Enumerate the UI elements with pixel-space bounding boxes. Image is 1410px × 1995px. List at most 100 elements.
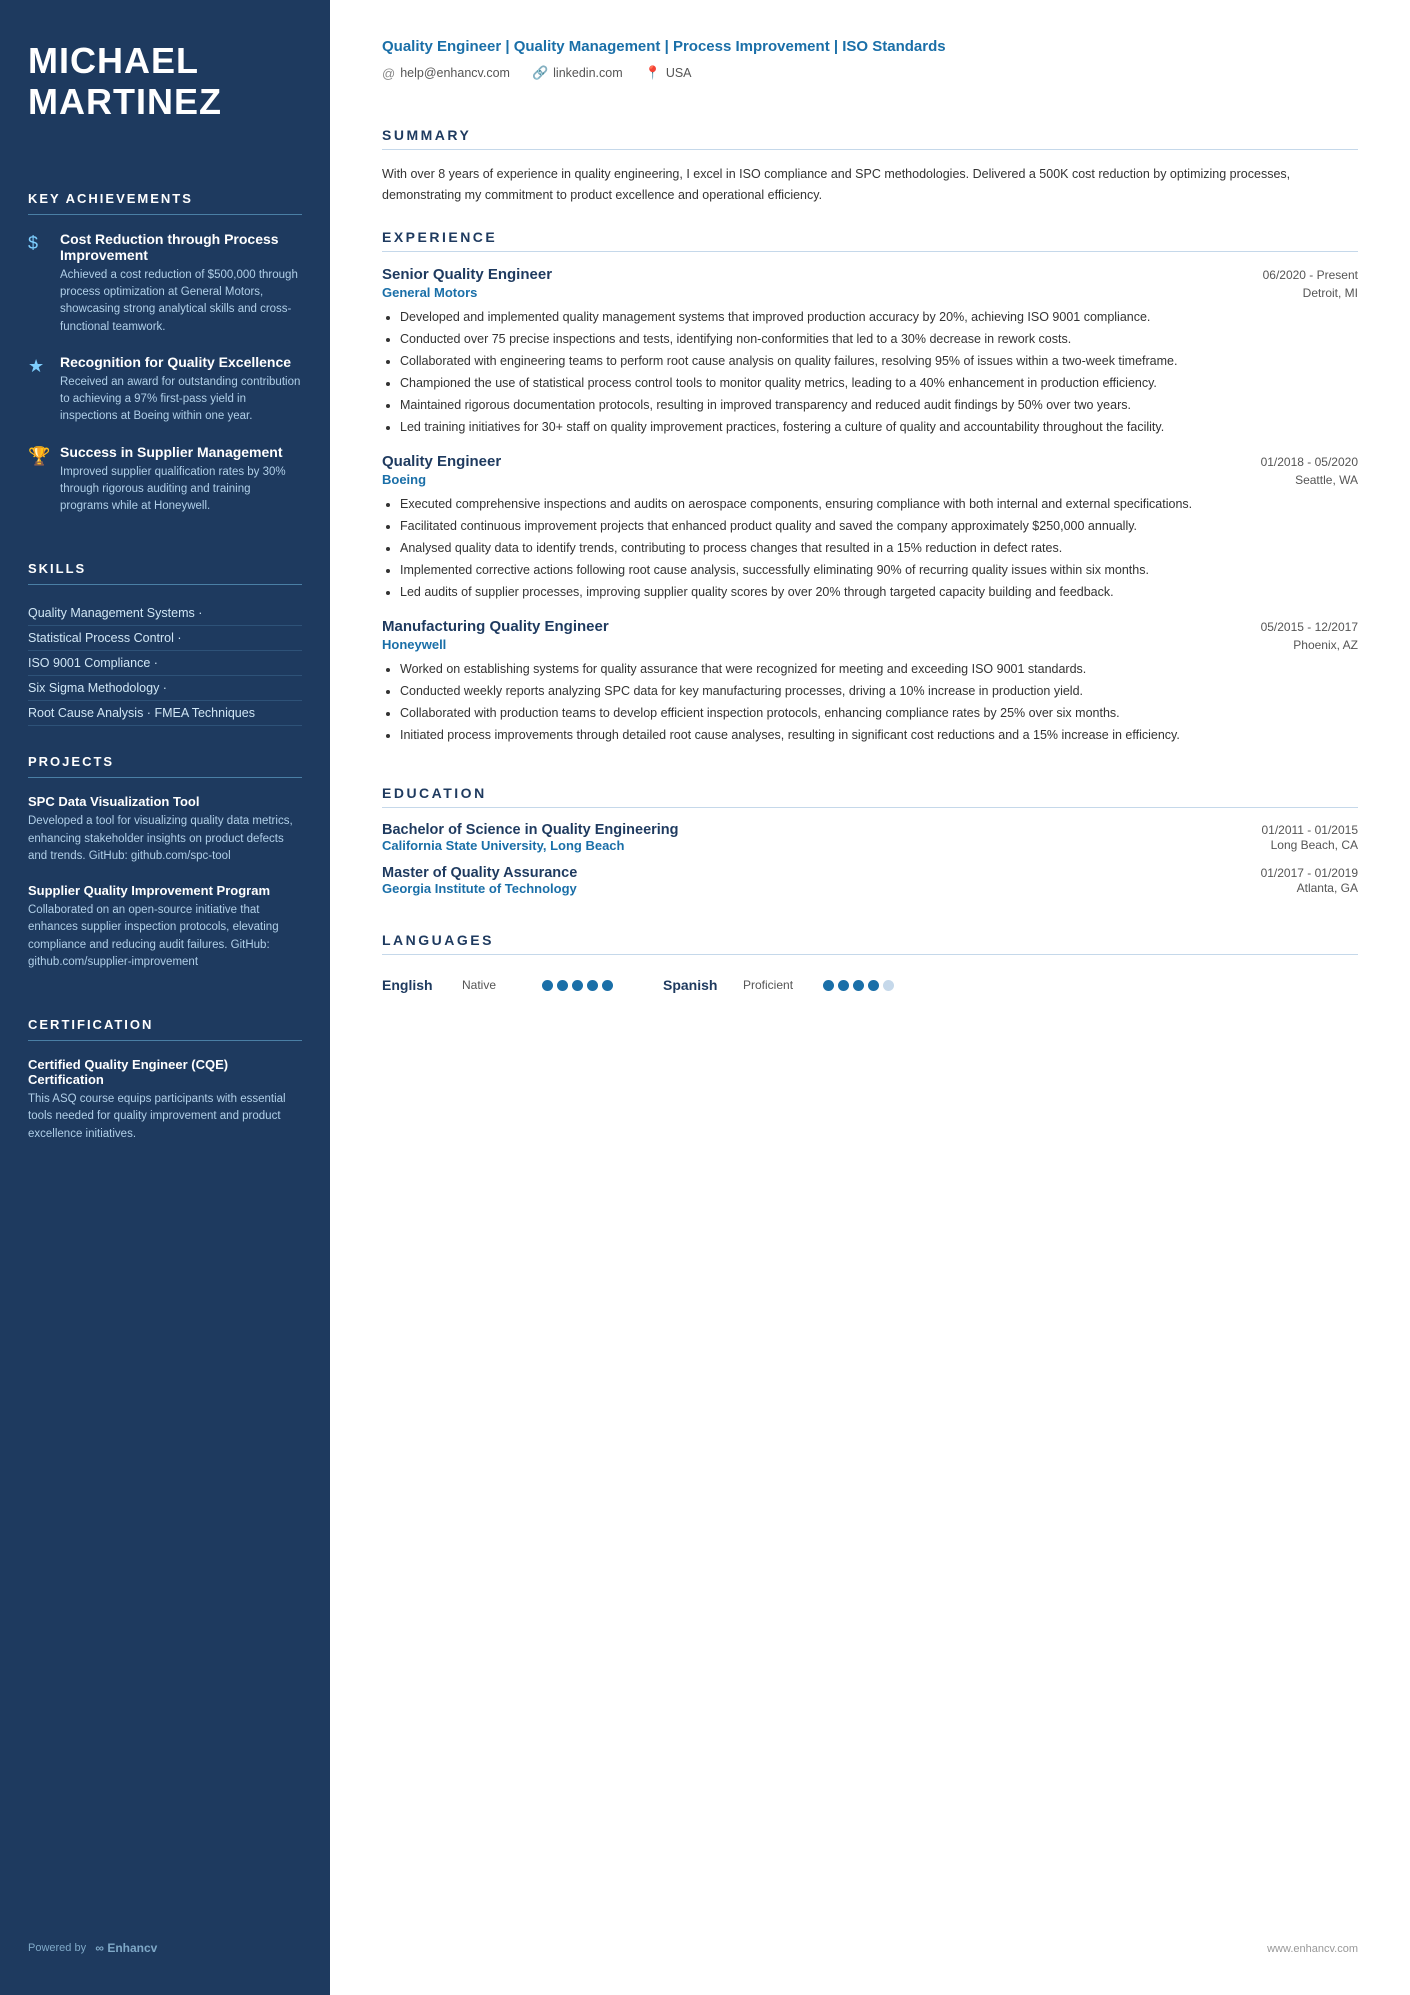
job-1-role: Senior Quality Engineer	[382, 266, 552, 283]
lang-spanish-dots	[823, 980, 894, 991]
job-3-company-row: Honeywell Phoenix, AZ	[382, 637, 1358, 652]
projects-title: PROJECTS	[28, 754, 302, 769]
project-item-2: Supplier Quality Improvement Program Col…	[28, 883, 302, 971]
skill-5: Root Cause Analysis · FMEA Techniques	[28, 701, 302, 726]
achievement-title-1: Cost Reduction through Process Improveme…	[60, 231, 302, 263]
languages-section-title: LANGUAGES	[382, 932, 1358, 948]
trophy-icon: 🏆	[28, 446, 50, 467]
certification-title: CERTIFICATION	[28, 1017, 302, 1032]
job-2-header: Quality Engineer 01/2018 - 05/2020	[382, 453, 1358, 470]
skill-4: Six Sigma Methodology ·	[28, 676, 302, 701]
edu-1-degree: Bachelor of Science in Quality Engineeri…	[382, 822, 679, 838]
job-1-bullet-2: Conducted over 75 precise inspections an…	[400, 329, 1358, 349]
project-item-1: SPC Data Visualization Tool Developed a …	[28, 794, 302, 865]
lang-english-dots	[542, 980, 613, 991]
project-desc-2: Collaborated on an open-source initiativ…	[28, 902, 302, 971]
lang-english: English Native	[382, 977, 613, 993]
lang-spanish: Spanish Proficient	[663, 977, 894, 993]
job-2-bullet-1: Executed comprehensive inspections and a…	[400, 494, 1358, 514]
edu-1-location: Long Beach, CA	[1271, 838, 1358, 853]
job-3-bullet-1: Worked on establishing systems for quali…	[400, 659, 1358, 679]
job-2-bullet-2: Facilitated continuous improvement proje…	[400, 516, 1358, 536]
achievements-title: KEY ACHIEVEMENTS	[28, 191, 302, 206]
job-3-bullet-2: Conducted weekly reports analyzing SPC d…	[400, 681, 1358, 701]
job-2-company: Boeing	[382, 472, 426, 487]
achievement-title-2: Recognition for Quality Excellence	[60, 354, 302, 370]
edu-2-date: 01/2017 - 01/2019	[1261, 866, 1358, 880]
achievement-desc-1: Achieved a cost reduction of $500,000 th…	[60, 267, 302, 336]
edu-2-institution-row: Georgia Institute of Technology Atlanta,…	[382, 881, 1358, 896]
job-1-bullet-1: Developed and implemented quality manage…	[400, 307, 1358, 327]
job-1-location: Detroit, MI	[1303, 286, 1358, 300]
job-3-role: Manufacturing Quality Engineer	[382, 618, 609, 635]
project-title-2: Supplier Quality Improvement Program	[28, 883, 302, 898]
powered-by-label: Powered by	[28, 1942, 86, 1954]
edu-1-institution-row: California State University, Long Beach …	[382, 838, 1358, 853]
location-text: USA	[666, 66, 692, 80]
lang-spanish-level: Proficient	[743, 978, 813, 992]
job-2-role: Quality Engineer	[382, 453, 501, 470]
main-header-title: Quality Engineer | Quality Management | …	[382, 36, 1358, 57]
dot-es-2	[838, 980, 849, 991]
job-1-bullet-4: Championed the use of statistical proces…	[400, 373, 1358, 393]
skills-title: SKILLS	[28, 561, 302, 576]
contact-email: @ help@enhancv.com	[382, 66, 510, 81]
main-content: Quality Engineer | Quality Management | …	[330, 0, 1410, 1995]
job-1-company: General Motors	[382, 285, 477, 300]
edu-1-date: 01/2011 - 01/2015	[1261, 823, 1358, 837]
job-2-date: 01/2018 - 05/2020	[1261, 455, 1358, 469]
job-1-bullet-5: Maintained rigorous documentation protoc…	[400, 395, 1358, 415]
job-1-bullets: Developed and implemented quality manage…	[382, 307, 1358, 439]
job-2-bullet-4: Implemented corrective actions following…	[400, 560, 1358, 580]
linkedin-text: linkedin.com	[553, 66, 622, 80]
edu-1-header: Bachelor of Science in Quality Engineeri…	[382, 822, 1358, 838]
achievement-desc-3: Improved supplier qualification rates by…	[60, 464, 302, 516]
job-2-bullet-3: Analysed quality data to identify trends…	[400, 538, 1358, 558]
job-3-bullet-3: Collaborated with production teams to de…	[400, 703, 1358, 723]
dollar-icon: $	[28, 233, 50, 254]
skill-3: ISO 9001 Compliance ·	[28, 651, 302, 676]
cert-name: Certified Quality Engineer (CQE) Certifi…	[28, 1057, 302, 1087]
lang-english-name: English	[382, 977, 452, 993]
achievement-item-1: $ Cost Reduction through Process Improve…	[28, 231, 302, 336]
candidate-name: MICHAELMARTINEZ	[28, 40, 302, 123]
lang-spanish-name: Spanish	[663, 977, 733, 993]
job-1-bullet-3: Collaborated with engineering teams to p…	[400, 351, 1358, 371]
website-url: www.enhancv.com	[1267, 1943, 1358, 1955]
dot-en-5	[602, 980, 613, 991]
location-icon: 📍	[645, 65, 661, 81]
dot-es-5	[883, 980, 894, 991]
edu-2-header: Master of Quality Assurance 01/2017 - 01…	[382, 865, 1358, 881]
job-3-bullets: Worked on establishing systems for quali…	[382, 659, 1358, 747]
job-3-company: Honeywell	[382, 637, 446, 652]
dot-es-4	[868, 980, 879, 991]
job-3-bullet-4: Initiated process improvements through d…	[400, 725, 1358, 745]
job-3-header: Manufacturing Quality Engineer 05/2015 -…	[382, 618, 1358, 635]
summary-body: With over 8 years of experience in quali…	[382, 164, 1358, 205]
job-1-bullet-6: Led training initiatives for 30+ staff o…	[400, 417, 1358, 437]
edu-2-degree: Master of Quality Assurance	[382, 865, 577, 881]
contact-linkedin: 🔗 linkedin.com	[532, 65, 623, 81]
project-desc-1: Developed a tool for visualizing quality…	[28, 813, 302, 865]
skill-2: Statistical Process Control ·	[28, 626, 302, 651]
enhancv-brand: ∞ Enhancv	[92, 1941, 157, 1955]
star-icon: ★	[28, 356, 50, 377]
achievement-desc-2: Received an award for outstanding contri…	[60, 374, 302, 426]
sidebar: MICHAELMARTINEZ KEY ACHIEVEMENTS $ Cost …	[0, 0, 330, 1995]
job-2-bullets: Executed comprehensive inspections and a…	[382, 494, 1358, 604]
education-section-title: EDUCATION	[382, 785, 1358, 801]
skill-1: Quality Management Systems ·	[28, 601, 302, 626]
job-1-header: Senior Quality Engineer 06/2020 - Presen…	[382, 266, 1358, 283]
edu-2-institution: Georgia Institute of Technology	[382, 881, 577, 896]
contact-location: 📍 USA	[645, 65, 692, 81]
dot-es-3	[853, 980, 864, 991]
edu-1-institution: California State University, Long Beach	[382, 838, 624, 853]
job-3-location: Phoenix, AZ	[1293, 638, 1358, 652]
email-icon: @	[382, 66, 395, 81]
edu-2-location: Atlanta, GA	[1297, 881, 1358, 896]
job-2-location: Seattle, WA	[1295, 473, 1358, 487]
job-3-date: 05/2015 - 12/2017	[1261, 620, 1358, 634]
summary-section-title: SUMMARY	[382, 127, 1358, 143]
email-text: help@enhancv.com	[400, 66, 510, 80]
achievement-title-3: Success in Supplier Management	[60, 444, 302, 460]
